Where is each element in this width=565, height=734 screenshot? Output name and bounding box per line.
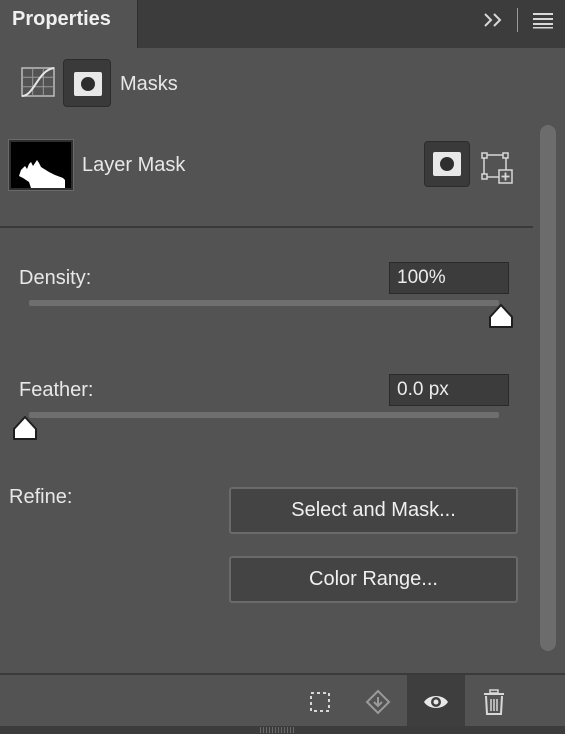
layer-mask-thumbnail[interactable] bbox=[8, 139, 74, 191]
properties-type-label: Masks bbox=[120, 73, 178, 95]
tab-properties[interactable]: Properties bbox=[0, 0, 138, 48]
refine-label: Refine: bbox=[9, 486, 73, 508]
density-slider-handle[interactable] bbox=[487, 303, 515, 331]
select-pixel-mask-button[interactable] bbox=[424, 141, 470, 187]
density-label: Density: bbox=[19, 267, 92, 289]
feather-slider-track[interactable] bbox=[29, 412, 499, 418]
select-and-mask-button[interactable]: Select and Mask... bbox=[229, 487, 518, 534]
masks-type-button[interactable] bbox=[63, 59, 111, 107]
vector-mask-icon[interactable] bbox=[480, 151, 514, 185]
toggle-mask-visibility-button[interactable] bbox=[407, 675, 465, 727]
pixel-mask-icon bbox=[433, 152, 461, 176]
layer-mask-label: Layer Mask bbox=[82, 154, 186, 176]
mask-shape-icon bbox=[19, 160, 65, 188]
properties-type-bar: Masks bbox=[0, 48, 565, 124]
load-selection-icon[interactable] bbox=[306, 688, 334, 716]
feather-input[interactable]: 0.0 px bbox=[389, 374, 509, 406]
pixel-mask-icon bbox=[74, 72, 102, 96]
trash-icon[interactable] bbox=[480, 688, 508, 716]
curves-adjustment-icon[interactable] bbox=[20, 66, 56, 98]
eye-icon bbox=[424, 696, 448, 708]
color-range-button[interactable]: Color Range... bbox=[229, 556, 518, 603]
scrollbar-thumb[interactable] bbox=[540, 125, 556, 651]
tab-separator bbox=[517, 8, 518, 32]
bottom-toolbar bbox=[0, 673, 565, 734]
tab-properties-label: Properties bbox=[12, 8, 111, 30]
double-chevron-right-icon[interactable] bbox=[482, 10, 504, 30]
panel-scrollbar[interactable] bbox=[537, 122, 559, 654]
hamburger-menu-icon[interactable] bbox=[533, 11, 553, 29]
resize-grip[interactable] bbox=[260, 727, 296, 733]
panel-tab-bar: Properties bbox=[0, 0, 565, 48]
density-input[interactable]: 100% bbox=[389, 262, 509, 294]
layer-mask-row: Layer Mask bbox=[0, 124, 533, 228]
apply-mask-icon[interactable] bbox=[364, 688, 392, 716]
feather-label: Feather: bbox=[19, 379, 94, 401]
density-slider-track[interactable] bbox=[29, 300, 499, 306]
feather-slider-handle[interactable] bbox=[11, 415, 39, 443]
panel-bottom-edge bbox=[0, 726, 565, 734]
